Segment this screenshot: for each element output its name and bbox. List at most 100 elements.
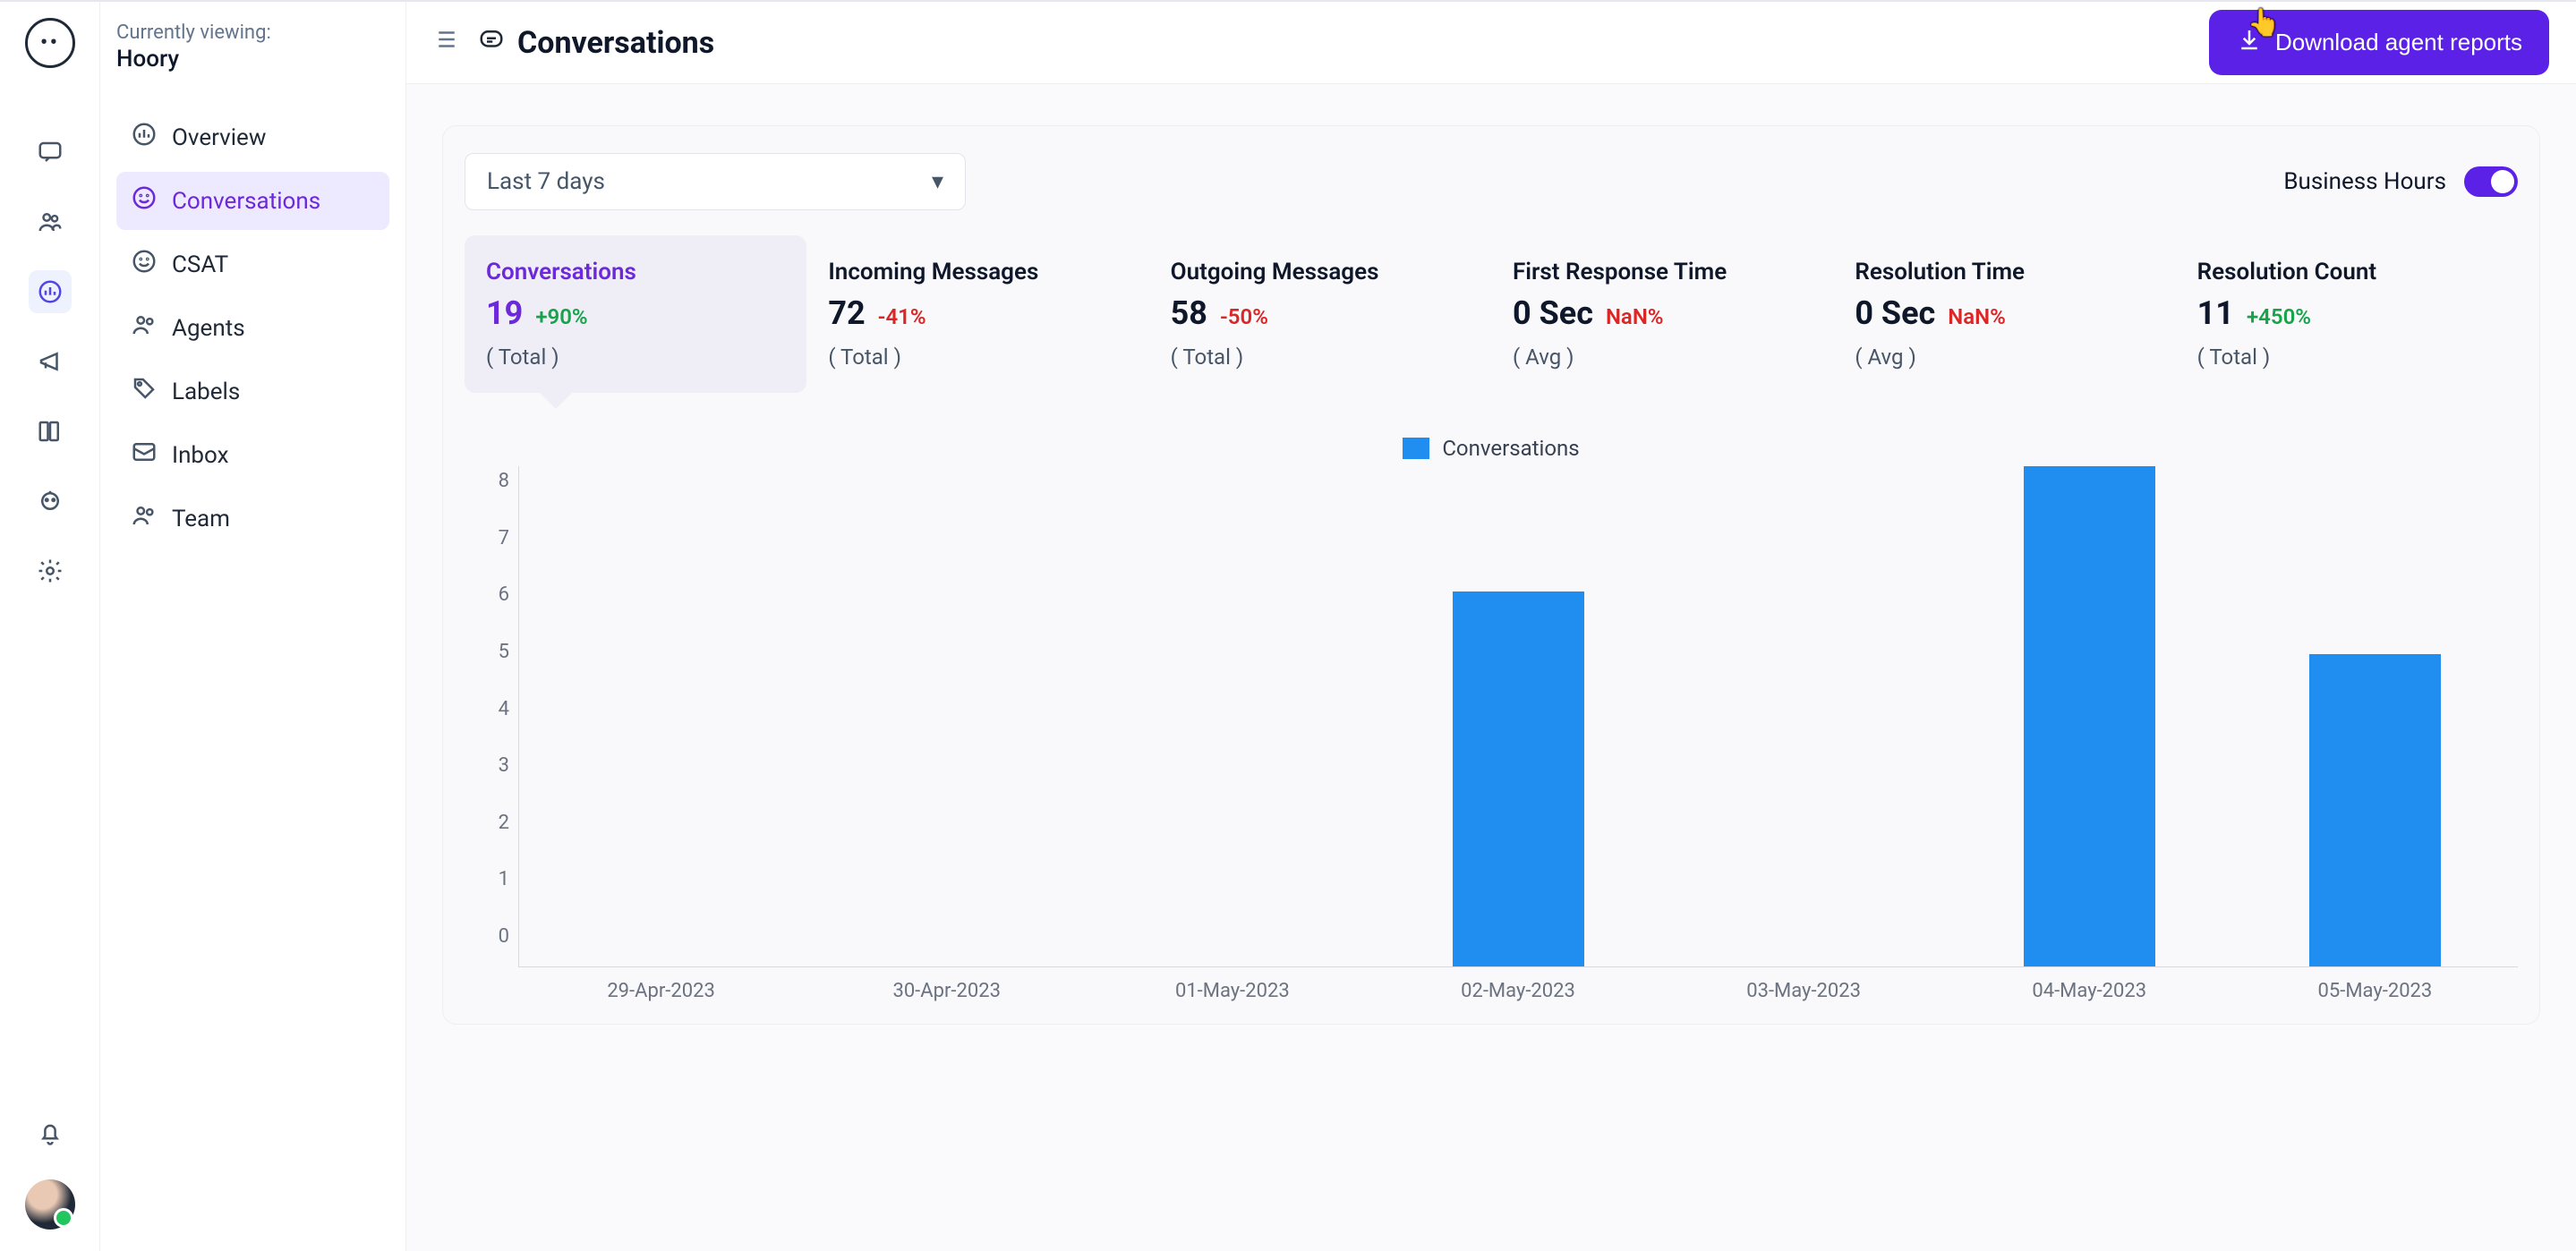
- y-tick: 6: [499, 583, 509, 606]
- pie-icon: [131, 121, 158, 154]
- users-icon: [131, 311, 158, 345]
- sidebar: Currently viewing: Hoory Overview Conver…: [100, 2, 406, 1251]
- y-tick: 2: [499, 812, 509, 834]
- tile-sub: ( Total ): [2197, 345, 2496, 370]
- y-tick: 1: [499, 868, 509, 890]
- chevron-down-icon: ▾: [932, 168, 943, 195]
- tile-value: 11: [2197, 294, 2234, 332]
- bar-02-May-2023[interactable]: [1453, 591, 1584, 966]
- chart: Conversations 8 7 6 5 4 3 2 1 0 29-Apr-202330-Ap…: [465, 436, 2518, 1002]
- metric-tile-outgoing-messages[interactable]: Outgoing Messages58-50%( Total ): [1149, 235, 1491, 393]
- y-tick: 8: [499, 470, 509, 492]
- bar-05-May-2023[interactable]: [2309, 654, 2441, 966]
- nav-team[interactable]: Team: [116, 489, 389, 548]
- tile-value: 0 Sec: [1855, 294, 1935, 332]
- rail-contacts-icon[interactable]: [29, 200, 72, 243]
- bar-04-May-2023[interactable]: [2024, 466, 2155, 966]
- smile-icon: [131, 248, 158, 281]
- date-range-dropdown[interactable]: Last 7 days ▾: [465, 153, 966, 210]
- nav-item-label: Agents: [172, 315, 245, 342]
- nav-item-label: CSAT: [172, 251, 228, 278]
- inbox-icon: [131, 438, 158, 472]
- business-hours-label: Business Hours: [2283, 168, 2446, 195]
- rail-settings-icon[interactable]: [29, 549, 72, 592]
- viewing-name: Hoory: [116, 46, 389, 72]
- metric-tile-resolution-time[interactable]: Resolution Time0 SecNaN%( Avg ): [1833, 235, 2175, 393]
- metric-tile-conversations[interactable]: Conversations19+90%( Total ): [465, 235, 806, 393]
- tile-change: NaN%: [1948, 304, 2006, 329]
- team-icon: [131, 502, 158, 535]
- x-tick: 03-May-2023: [1661, 967, 1947, 1002]
- conversations-icon: [478, 26, 505, 60]
- legend-swatch: [1403, 438, 1429, 459]
- business-hours-toggle[interactable]: [2464, 166, 2518, 197]
- nav-csat[interactable]: CSAT: [116, 235, 389, 294]
- collapse-sidebar-icon[interactable]: [433, 26, 460, 60]
- tile-value: 58: [1171, 294, 1207, 332]
- app-logo[interactable]: ••: [25, 18, 75, 68]
- y-tick: 3: [499, 754, 509, 777]
- nav-item-label: Conversations: [172, 188, 320, 215]
- nav-overview[interactable]: Overview: [116, 108, 389, 166]
- x-tick: 01-May-2023: [1089, 967, 1375, 1002]
- download-label: Download agent reports: [2275, 29, 2522, 56]
- tile-change: +90%: [535, 304, 587, 329]
- tile-value: 0 Sec: [1513, 294, 1593, 332]
- y-tick: 4: [499, 698, 509, 720]
- nav-item-label: Overview: [172, 124, 266, 151]
- nav-agents[interactable]: Agents: [116, 299, 389, 357]
- nav-inbox[interactable]: Inbox: [116, 426, 389, 484]
- nav-labels[interactable]: Labels: [116, 362, 389, 421]
- tile-value: 72: [828, 294, 865, 332]
- page-header: Conversations Download agent reports 👆: [406, 2, 2576, 84]
- rail-campaigns-icon[interactable]: [29, 340, 72, 383]
- bell-icon[interactable]: [29, 1111, 72, 1154]
- tile-change: -41%: [878, 304, 926, 329]
- icon-rail: ••: [0, 2, 100, 1251]
- metric-tile-resolution-count[interactable]: Resolution Count 11 +450% ( Total ): [2176, 235, 2518, 393]
- tile-sub: ( Avg ): [1513, 345, 1812, 370]
- y-tick: 7: [499, 527, 509, 549]
- tile-sub: ( Total ): [486, 345, 785, 370]
- tile-change: +450%: [2247, 304, 2311, 329]
- tile-value: 19: [486, 294, 523, 332]
- report-card: Last 7 days ▾ Business Hours Conversatio…: [442, 125, 2540, 1025]
- nav-item-label: Team: [172, 506, 230, 532]
- x-tick: 04-May-2023: [1947, 967, 2232, 1002]
- x-axis: 29-Apr-202330-Apr-202301-May-202302-May-…: [518, 967, 2518, 1002]
- tag-icon: [131, 375, 158, 408]
- download-icon: [2236, 26, 2263, 59]
- rail-bot-icon[interactable]: [29, 480, 72, 523]
- smile-icon: [131, 184, 158, 217]
- avatar[interactable]: [25, 1179, 75, 1230]
- main: Conversations Download agent reports 👆 L…: [406, 2, 2576, 1251]
- download-reports-button[interactable]: Download agent reports: [2209, 10, 2549, 75]
- y-tick: 0: [499, 925, 509, 948]
- tile-sub: ( Total ): [1171, 345, 1470, 370]
- rail-library-icon[interactable]: [29, 410, 72, 453]
- x-tick: 05-May-2023: [2232, 967, 2518, 1002]
- page-title: Conversations: [517, 25, 714, 61]
- tile-title: First Response Time: [1513, 259, 1812, 285]
- rail-chat-icon[interactable]: [29, 131, 72, 174]
- tile-change: NaN%: [1606, 304, 1664, 329]
- tile-title: Resolution Count: [2197, 259, 2496, 285]
- nav-conversations[interactable]: Conversations: [116, 172, 389, 230]
- tile-title: Outgoing Messages: [1171, 259, 1470, 285]
- y-tick: 5: [499, 641, 509, 663]
- x-tick: 30-Apr-2023: [804, 967, 1089, 1002]
- nav-item-label: Labels: [172, 379, 240, 405]
- report-nav: Overview Conversations CSAT Agents Label…: [116, 108, 389, 548]
- metric-tile-first-response-time[interactable]: First Response Time 0 Sec NaN% ( Avg ): [1491, 235, 1833, 393]
- rail-reports-icon[interactable]: [29, 270, 72, 313]
- x-tick: 29-Apr-2023: [518, 967, 804, 1002]
- y-axis: 8 7 6 5 4 3 2 1 0: [465, 466, 518, 967]
- plot-area: [518, 466, 2518, 967]
- metric-tiles: Conversations19+90%( Total )Incoming Mes…: [465, 235, 2518, 393]
- legend-label: Conversations: [1442, 436, 1579, 461]
- metric-tile-incoming-messages[interactable]: Incoming Messages 72 -41% ( Total ): [806, 235, 1148, 393]
- viewing-label: Currently viewing:: [116, 21, 389, 44]
- tile-sub: ( Total ): [828, 345, 1127, 370]
- date-range-value: Last 7 days: [487, 168, 605, 195]
- tile-title: Incoming Messages: [828, 259, 1127, 285]
